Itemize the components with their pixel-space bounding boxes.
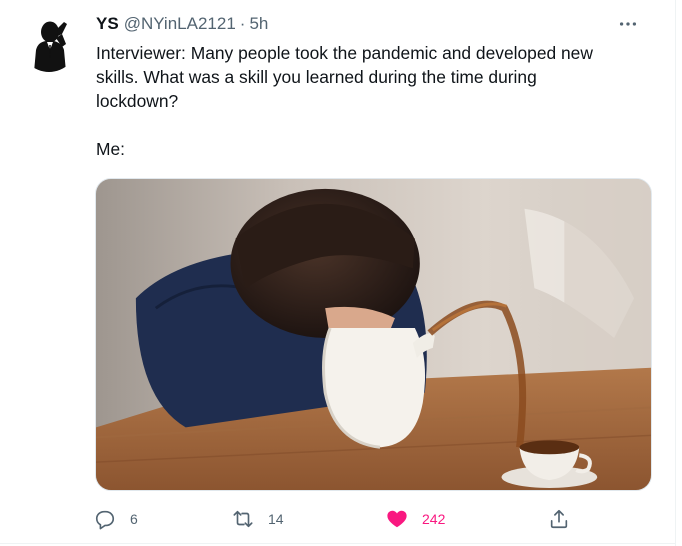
divider [0,543,676,544]
retweet-button[interactable]: 14 [232,506,284,532]
share-button[interactable] [548,506,570,532]
like-count: 242 [422,511,446,527]
photo-boy-pouring-from-teapot-mouth-icon [96,179,651,490]
more-button[interactable] [614,12,642,36]
retweet-count: 14 [268,511,284,527]
retweet-icon [233,510,253,528]
like-button[interactable]: 242 [386,506,445,532]
reply-button[interactable]: 6 [94,506,138,532]
tweet-header: YS @NYinLA2121 · 5h [96,12,642,36]
tweet-actions: 6 14 242 [94,506,594,532]
separator: · [239,14,246,33]
man-on-phone-silhouette-avatar-icon [20,14,78,72]
reply-icon [95,510,115,530]
tweet-text-line: Interviewer: Many people took the pandem… [96,43,593,63]
timestamp[interactable]: 5h [249,14,268,34]
more-horizontal-icon [619,22,637,26]
tweet-text: Interviewer: Many people took the pandem… [96,41,656,161]
display-name[interactable]: YS [96,14,119,34]
reply-count: 6 [130,511,138,527]
avatar[interactable] [20,14,78,72]
divider [675,0,676,546]
tweet-text-line: lockdown? [96,91,179,111]
share-icon [550,509,568,529]
heart-filled-icon [387,510,407,528]
tweet-card[interactable]: YS @NYinLA2121 · 5h Interviewer: Many pe… [0,0,682,546]
tweet-text-line: Me: [96,139,125,159]
tweet-text-line: skills. What was a skill you learned dur… [96,67,537,87]
user-handle[interactable]: @NYinLA2121 [124,14,236,34]
tweet-media-photo[interactable] [95,178,652,491]
